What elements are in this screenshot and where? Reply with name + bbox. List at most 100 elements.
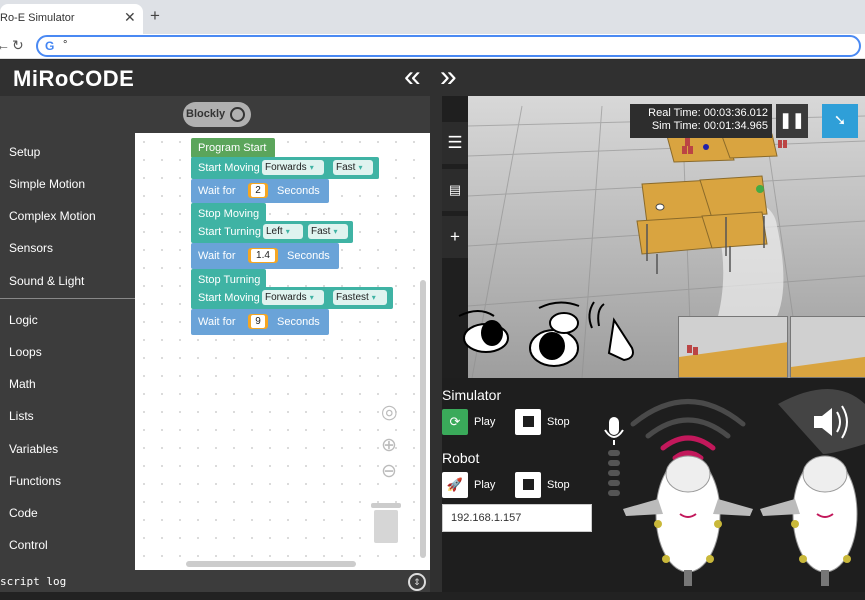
browser-nav-bar: ← ↻ G °: [0, 34, 865, 59]
block-label: Stop Turning: [198, 274, 261, 286]
address-bar[interactable]: G °: [36, 35, 861, 57]
toolbox-item-lists[interactable]: Lists: [9, 409, 34, 423]
pointer-tool-button[interactable]: ➘: [822, 104, 858, 138]
camera-view-right[interactable]: [790, 316, 865, 378]
unit-label: Seconds: [277, 316, 320, 328]
tab-title: Ro-E Simulator: [0, 12, 75, 24]
pat-head-icon: [458, 310, 509, 353]
number-input[interactable]: 2: [248, 183, 268, 198]
start-turning-block[interactable]: Start Turning Left ▾ Fast ▾: [191, 221, 353, 243]
speed-dropdown[interactable]: Fastest ▾: [333, 290, 387, 305]
stop-icon: [522, 479, 534, 490]
toolbox-item-sound-light[interactable]: Sound & Light: [9, 274, 84, 288]
robot-section-title: Robot: [442, 450, 480, 466]
workspace-horizontal-scrollbar[interactable]: [186, 561, 356, 567]
unit-label: Seconds: [277, 185, 320, 197]
simulator-section-title: Simulator: [442, 387, 502, 403]
toolbox-item-functions[interactable]: Functions: [9, 474, 61, 488]
recenter-icon[interactable]: ◎: [381, 401, 398, 424]
block-label: Wait for: [198, 316, 236, 328]
wait-for-block[interactable]: Wait for 1.4 Seconds: [191, 243, 339, 269]
back-icon[interactable]: ←: [0, 37, 10, 53]
block-label: Wait for: [198, 185, 236, 197]
toolbox-divider: [0, 298, 135, 299]
robot-stop-button[interactable]: [515, 472, 541, 498]
simulator-play-button[interactable]: ⟳: [442, 409, 468, 435]
toolbox-item-setup[interactable]: Setup: [9, 145, 40, 159]
simulator-play-label: Play: [474, 416, 496, 428]
editor-mode-bar: Blockly: [0, 96, 430, 133]
address-value[interactable]: °: [63, 39, 67, 51]
block-label: Program Start: [198, 142, 267, 154]
pause-icon: ❚❚: [779, 112, 805, 129]
direction-dropdown[interactable]: Forwards ▾: [262, 160, 324, 175]
cursor-icon: ➘: [833, 112, 847, 129]
start-moving-block[interactable]: Start Moving Forwards ▾ Fastest ▾: [191, 287, 393, 309]
simulator-stop-button[interactable]: [515, 409, 541, 435]
robot-ip-field[interactable]: 192.168.1.157: [442, 504, 592, 532]
blockly-toggle[interactable]: Blockly: [183, 102, 251, 127]
time-readout: Real Time: 00:03:36.012 Sim Time: 00:01:…: [630, 104, 772, 138]
toolbox-item-sensors[interactable]: Sensors: [9, 241, 53, 255]
new-tab-icon[interactable]: +: [150, 6, 160, 26]
stop-icon: [522, 416, 534, 427]
menu-icon[interactable]: ☰: [442, 122, 468, 164]
robot-sensor-diagram: [623, 389, 865, 586]
script-log-bar[interactable]: script log ⇕: [0, 570, 430, 592]
zoom-in-icon[interactable]: ⊕: [381, 434, 397, 457]
panel-splitter[interactable]: [430, 96, 442, 600]
collapse-left-icon[interactable]: «: [404, 62, 421, 92]
toolbox-item-control[interactable]: Control: [9, 538, 48, 552]
toolbox-item-logic[interactable]: Logic: [9, 313, 38, 327]
simulator-viewport[interactable]: ☰ ▤ + Real Time: 00:03:36.012 Sim Time: …: [442, 96, 865, 378]
close-tab-icon[interactable]: ✕: [124, 9, 136, 26]
toolbox-item-variables[interactable]: Variables: [9, 442, 58, 456]
expand-toggle-icon[interactable]: ⇕: [408, 573, 426, 591]
script-log-label: script log: [0, 575, 67, 588]
mirocode-logo: MiRoCODE: [13, 66, 135, 91]
robot-right-icon: [760, 455, 858, 586]
toolbox-item-code[interactable]: Code: [9, 506, 38, 520]
block-label: Wait for: [198, 250, 236, 262]
toolbox-item-complex-motion[interactable]: Complex Motion: [9, 209, 96, 223]
blockly-toggle-label: Blockly: [186, 108, 226, 120]
app-header: MiRoCODE « »: [0, 60, 865, 96]
speaker-icon: [778, 389, 865, 454]
program-start-block[interactable]: Program Start: [191, 138, 275, 158]
controls-panel: Simulator ⟳ Play Stop Robot 🚀 Play Stop …: [442, 378, 865, 592]
toolbox-item-math[interactable]: Math: [9, 377, 36, 391]
browser-tab[interactable]: Ro-E Simulator ✕: [0, 4, 143, 34]
reload-icon[interactable]: ↻: [12, 37, 24, 54]
recycle-play-icon: ⟳: [449, 414, 461, 429]
layers-icon[interactable]: ▤: [442, 169, 468, 211]
direction-dropdown[interactable]: Forwards ▾: [262, 290, 324, 305]
collapse-right-icon[interactable]: »: [440, 62, 457, 92]
toolbox-item-simple-motion[interactable]: Simple Motion: [9, 177, 85, 191]
trash-icon[interactable]: [371, 503, 401, 543]
wait-for-block[interactable]: Wait for 2 Seconds: [191, 179, 329, 203]
robot-left-icon: [623, 455, 753, 586]
pause-button[interactable]: ❚❚: [776, 104, 808, 138]
turn-speed-dropdown[interactable]: Fast ▾: [308, 224, 348, 239]
camera-view-left[interactable]: [678, 316, 788, 378]
bottom-strip: [0, 592, 865, 600]
turn-direction-dropdown[interactable]: Left ▾: [263, 224, 303, 239]
start-moving-block[interactable]: Start Moving Forwards ▾ Fast ▾: [191, 157, 379, 179]
google-icon: G: [45, 39, 55, 53]
block-toolbox: Setup Simple Motion Complex Motion Senso…: [0, 133, 135, 570]
number-input[interactable]: 9: [248, 314, 268, 329]
rocket-icon: 🚀: [446, 477, 464, 492]
workspace-vertical-scrollbar[interactable]: [420, 280, 426, 558]
block-label: Start Turning: [198, 226, 261, 238]
zoom-out-icon[interactable]: ⊖: [381, 460, 397, 483]
robot-play-button[interactable]: 🚀: [442, 472, 468, 498]
toolbox-item-loops[interactable]: Loops: [9, 345, 42, 359]
number-input[interactable]: 1.4: [248, 248, 278, 263]
simulator-stop-label: Stop: [547, 416, 570, 428]
stroke-back-icon: [529, 301, 580, 367]
sim-time-label: Sim Time: 00:01:34.965: [651, 120, 768, 132]
plus-icon[interactable]: +: [442, 216, 468, 258]
wait-for-block[interactable]: Wait for 9 Seconds: [191, 309, 329, 335]
unit-label: Seconds: [287, 250, 330, 262]
speed-dropdown[interactable]: Fast ▾: [333, 160, 373, 175]
